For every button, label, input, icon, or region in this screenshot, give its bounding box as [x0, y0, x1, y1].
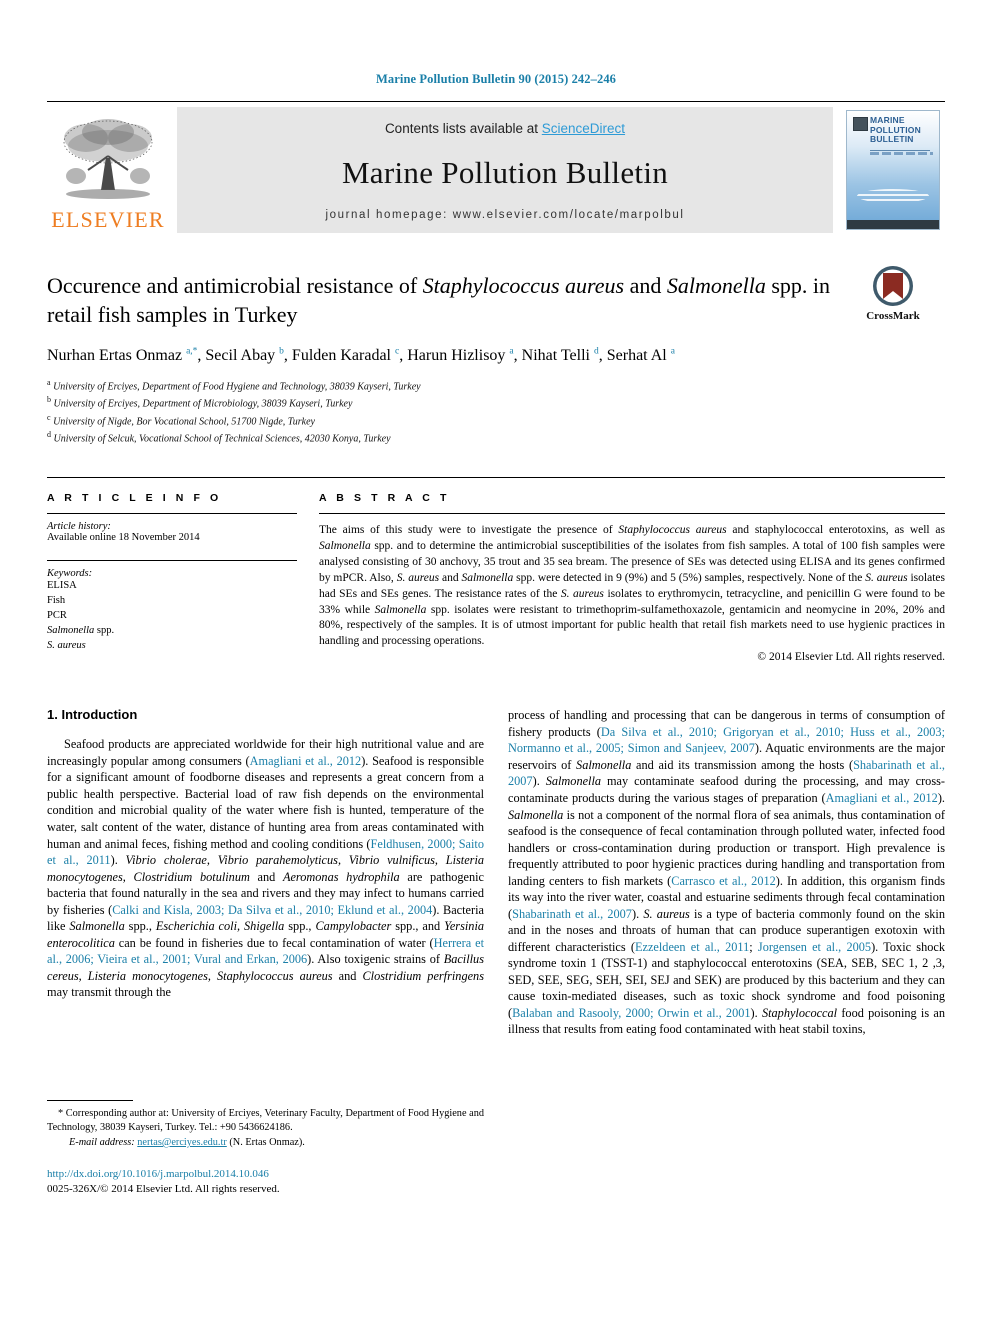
affiliation-item: c University of Nigde, Bor Vocational Sc…	[47, 412, 315, 428]
title-part-1: Occurence and antimicrobial resistance o…	[47, 273, 423, 298]
footnote-block: * Corresponding author at: University of…	[47, 1099, 484, 1198]
cover-image: MARINE POLLUTION BULLETIN	[846, 110, 940, 230]
abstract-text: The aims of this study were to investiga…	[319, 523, 946, 648]
article-history-value: Available online 18 November 2014	[47, 531, 200, 543]
citation-link[interactable]: Carrasco et al., 2012	[671, 874, 776, 888]
section-heading-introduction: 1. Introduction	[47, 707, 138, 723]
citation-link[interactable]: Calki and Kisla, 2003; Da Silva et al., …	[112, 903, 432, 917]
sciencedirect-link[interactable]: ScienceDirect	[542, 121, 625, 136]
citation-link[interactable]: Ezzeldeen et al., 2011	[635, 940, 749, 954]
abstract-column: A B S T R A C T The aims of this study w…	[319, 492, 945, 663]
author-affil-marker: a	[509, 346, 514, 357]
citation-link[interactable]: Balaban and Rasooly, 2000; Orwin et al.,…	[512, 1006, 750, 1020]
elsevier-tree-icon	[63, 119, 153, 199]
citation-link[interactable]: Shabarinath et al., 2007	[512, 907, 632, 921]
author-list: Nurhan Ertas Onmaz a,*, Secil Abay b, Fu…	[47, 346, 675, 364]
footnote-rule	[47, 1099, 133, 1101]
affiliation-item: a University of Erciyes, Department of F…	[47, 377, 421, 393]
body-columns: 1. Introduction Seafood products are app…	[47, 707, 945, 1197]
cover-wave-graphic	[857, 189, 929, 203]
article-history-label: Article history:	[47, 520, 111, 532]
affiliation-marker: a	[47, 377, 51, 387]
keyword-item: ELISA	[47, 579, 77, 591]
journal-masthead: ELSEVIER Contents lists available at Sci…	[47, 101, 945, 233]
intro-paragraph-right: process of handling and processing that …	[508, 708, 946, 1037]
footnote-marker: *	[58, 1107, 64, 1119]
crossmark-label: CrossMark	[866, 310, 920, 322]
abstract-copyright: © 2014 Elsevier Ltd. All rights reserved…	[757, 651, 945, 664]
title-block: CrossMark Occurence and antimicrobial re…	[47, 266, 945, 447]
keywords-block: Keywords: ELISA Fish PCR Salmonella spp.…	[47, 553, 297, 654]
journal-title: Marine Pollution Bulletin	[341, 154, 669, 190]
title-species-2: Salmonella	[666, 273, 766, 298]
citation-link[interactable]: Da Silva et al., 2010; Grigoryan et al.,…	[508, 725, 945, 756]
keywords-rule	[47, 559, 297, 561]
page-title: Occurence and antimicrobial resistance o…	[47, 271, 835, 330]
keyword-item: S. aureus	[47, 639, 86, 651]
author-affil-marker: d	[594, 346, 599, 357]
keywords-list: ELISA Fish PCR Salmonella spp. S. aureus	[47, 579, 297, 654]
affiliation-item: b University of Erciyes, Department of M…	[47, 395, 353, 410]
title-species-1: Staphylococcus aureus	[422, 273, 625, 298]
affiliation-item: d University of Selcuk, Vocational Schoo…	[47, 430, 391, 445]
footer-identifiers: http://dx.doi.org/10.1016/j.marpolbul.20…	[47, 1167, 484, 1198]
author-affil-marker: c	[395, 346, 400, 357]
cover-title: MARINE POLLUTION BULLETIN	[870, 115, 935, 145]
intro-paragraph-left: Seafood products are appreciated worldwi…	[47, 737, 485, 1000]
affiliation-marker: b	[47, 395, 51, 405]
running-head: Marine Pollution Bulletin 90 (2015) 242–…	[375, 72, 617, 86]
cover-rule	[870, 150, 930, 151]
affiliation-marker: d	[47, 430, 51, 440]
abstract-heading: A B S T R A C T	[319, 491, 450, 504]
citation-link[interactable]: Amagliani et al., 2012	[250, 754, 362, 768]
contents-available-line: Contents lists available at ScienceDirec…	[385, 121, 625, 136]
journal-homepage[interactable]: journal homepage: www.elsevier.com/locat…	[325, 209, 684, 221]
journal-cover-thumbnail[interactable]: MARINE POLLUTION BULLETIN	[841, 107, 945, 233]
author-affil-marker: a,*	[186, 346, 198, 357]
email-owner: (N. Ertas Onmaz).	[229, 1136, 305, 1148]
affiliation-marker: c	[47, 412, 51, 422]
cover-title-line3: BULLETIN	[870, 134, 914, 145]
citation-link[interactable]: Jorgensen et al., 2005	[758, 940, 871, 954]
contents-prefix: Contents lists available at	[384, 121, 542, 136]
affiliation-list: a University of Erciyes, Department of F…	[47, 377, 945, 447]
cover-subtitle-bar	[870, 152, 933, 155]
keyword-item: PCR	[47, 609, 67, 621]
article-info-column: A R T I C L E I N F O Article history: A…	[47, 492, 319, 663]
article-history: Article history: Available online 18 Nov…	[47, 514, 297, 543]
journal-band: Contents lists available at ScienceDirec…	[177, 107, 833, 233]
article-info-heading: A R T I C L E I N F O	[47, 491, 222, 504]
crossmark-icon	[873, 266, 913, 306]
issn-copyright: 0025-326X/© 2014 Elsevier Ltd. All right…	[47, 1182, 280, 1195]
crossmark-badge[interactable]: CrossMark	[841, 265, 945, 322]
author-affil-marker: b	[279, 346, 284, 357]
title-part-2: and	[624, 273, 667, 298]
doi-link[interactable]: http://dx.doi.org/10.1016/j.marpolbul.20…	[47, 1167, 484, 1182]
right-column: process of handling and processing that …	[508, 707, 945, 1197]
author-affil-marker: a	[670, 346, 675, 357]
cover-base-bar	[847, 220, 939, 229]
elsevier-logo: ELSEVIER	[47, 107, 169, 233]
email-link[interactable]: nertas@erciyes.edu.tr	[137, 1137, 227, 1148]
article-page: Marine Pollution Bulletin 90 (2015) 242–…	[0, 0, 992, 1323]
keyword-item: Salmonella spp.	[47, 624, 115, 636]
cover-logo-square	[853, 117, 868, 131]
footnote-text: Corresponding author at: University of E…	[47, 1107, 485, 1134]
email-label: E-mail address:	[69, 1136, 135, 1148]
elsevier-wordmark: ELSEVIER	[51, 207, 165, 232]
keyword-item: Fish	[47, 594, 66, 606]
corresponding-author-note: * Corresponding author at: University of…	[47, 1107, 484, 1151]
citation-link[interactable]: Amagliani et al., 2012	[826, 791, 938, 805]
keywords-label: Keywords:	[47, 567, 93, 579]
info-abstract-section: A R T I C L E I N F O Article history: A…	[47, 476, 945, 663]
left-column: 1. Introduction Seafood products are app…	[47, 707, 484, 1197]
